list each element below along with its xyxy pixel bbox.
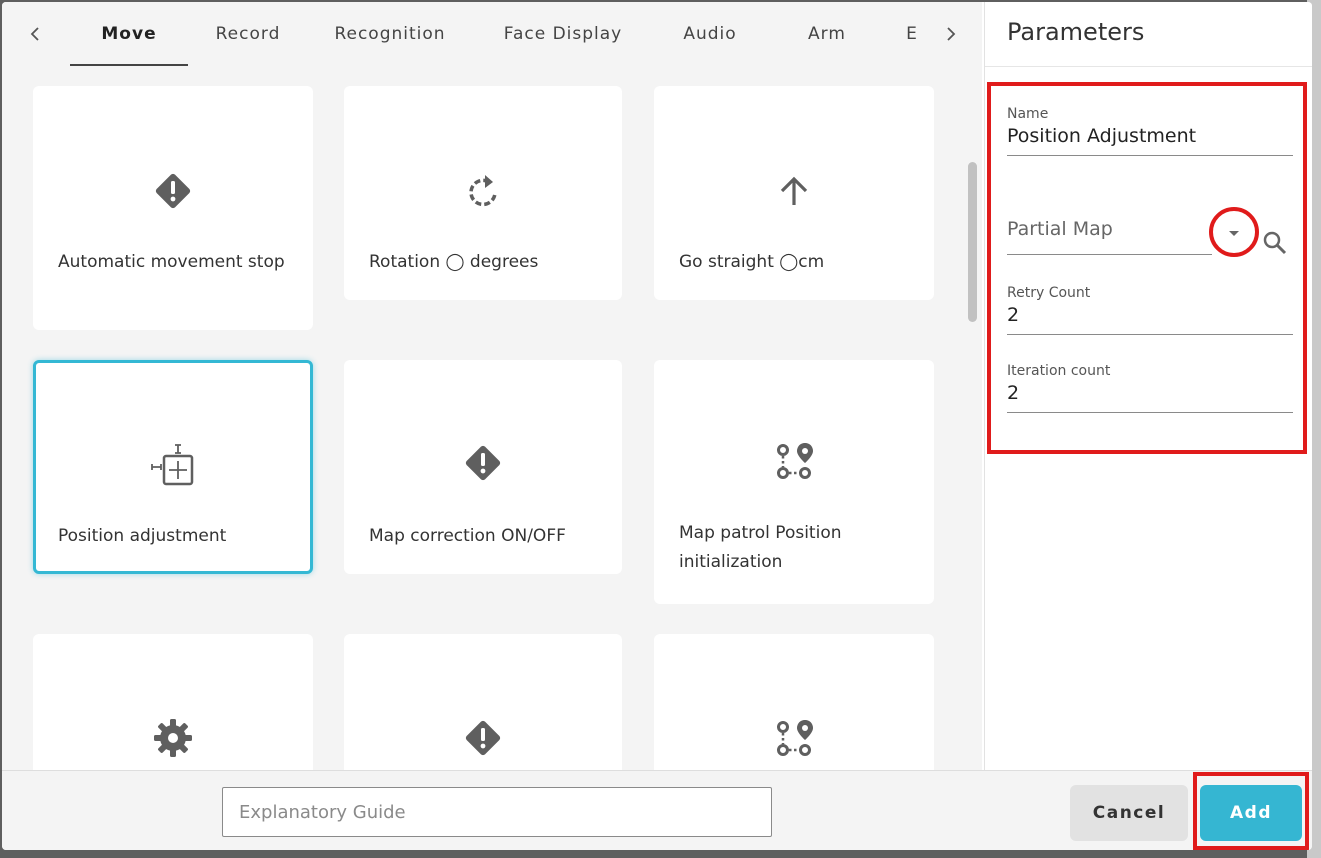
card-label: Go straight ◯cm [679, 252, 825, 272]
name-label: Name [1007, 106, 1049, 122]
iteration-count-field[interactable]: Iteration count 2 [1007, 363, 1293, 413]
active-tab-indicator [70, 64, 188, 66]
field-underline [1007, 155, 1293, 156]
route-icon [654, 716, 934, 760]
action-card-position-adjustment[interactable]: Position adjustment [33, 360, 313, 574]
chevron-left-icon [30, 27, 39, 41]
tab-face-display[interactable]: Face Display [486, 2, 640, 66]
parameters-panel: Parameters Name Position Adjustment Part… [984, 2, 1312, 770]
card-label: Rotation ◯ degrees [369, 252, 539, 272]
field-underline [1007, 412, 1293, 413]
parameters-title: Parameters [1007, 18, 1145, 46]
field-underline [1007, 334, 1293, 335]
retry-count-label: Retry Count [1007, 285, 1091, 301]
map-select[interactable]: Partial Map [1007, 218, 1113, 240]
dialog-footer: Cancel Add [2, 770, 1312, 850]
caret-down-icon [1229, 231, 1239, 236]
tabs-next-button[interactable] [938, 20, 962, 48]
select-underline [1007, 254, 1212, 255]
position-adjust-icon [36, 439, 310, 491]
route-icon [654, 439, 934, 483]
warning-diamond-icon [344, 716, 622, 760]
card-label: Map correction ON/OFF [369, 526, 566, 546]
map-dropdown-button[interactable] [1224, 226, 1244, 242]
rotate-icon [344, 169, 622, 213]
arrow-up-icon [654, 169, 934, 213]
card-label: Automatic movement stop [58, 252, 285, 272]
iteration-count-label: Iteration count [1007, 363, 1111, 379]
tab-truncated[interactable]: E [902, 2, 922, 66]
action-card-map-patrol-init[interactable]: Map patrol Position initialization [654, 360, 934, 604]
catalog-scrollbar-thumb[interactable] [968, 162, 977, 322]
name-value[interactable]: Position Adjustment [1007, 125, 1293, 147]
retry-count-value[interactable]: 2 [1007, 304, 1293, 326]
tab-audio[interactable]: Audio [670, 2, 750, 66]
gear-icon [33, 716, 313, 760]
add-action-dialog: Move Record Recognition Face Display Aud… [2, 2, 1312, 850]
warning-diamond-icon [344, 441, 622, 485]
card-label: Position adjustment [58, 526, 227, 546]
tabs-prev-button[interactable] [24, 20, 48, 48]
tab-record[interactable]: Record [198, 2, 298, 66]
warning-diamond-icon [33, 169, 313, 213]
action-card-go-straight[interactable]: Go straight ◯cm [654, 86, 934, 300]
iteration-count-value[interactable]: 2 [1007, 382, 1293, 404]
card-label: Map patrol Position initialization [679, 523, 842, 572]
action-card-rotation[interactable]: Rotation ◯ degrees [344, 86, 622, 300]
action-catalog-panel: Move Record Recognition Face Display Aud… [2, 2, 982, 834]
tab-move[interactable]: Move [70, 2, 188, 66]
retry-count-field[interactable]: Retry Count 2 [1007, 285, 1293, 335]
action-card-automatic-movement-stop[interactable]: Automatic movement stop [33, 86, 313, 330]
tab-recognition[interactable]: Recognition [320, 2, 460, 66]
chevron-right-icon [947, 27, 956, 41]
divider [985, 66, 1312, 67]
name-field[interactable]: Name Position Adjustment [1007, 106, 1293, 156]
action-card-map-correction[interactable]: Map correction ON/OFF [344, 360, 622, 574]
add-button[interactable]: Add [1200, 785, 1302, 841]
explanatory-guide-input[interactable] [222, 787, 772, 837]
cancel-button[interactable]: Cancel [1070, 785, 1188, 841]
map-search-button[interactable] [1262, 230, 1288, 256]
tab-arm[interactable]: Arm [792, 2, 862, 66]
search-icon [1263, 231, 1287, 255]
category-tabs: Move Record Recognition Face Display Aud… [2, 2, 982, 66]
